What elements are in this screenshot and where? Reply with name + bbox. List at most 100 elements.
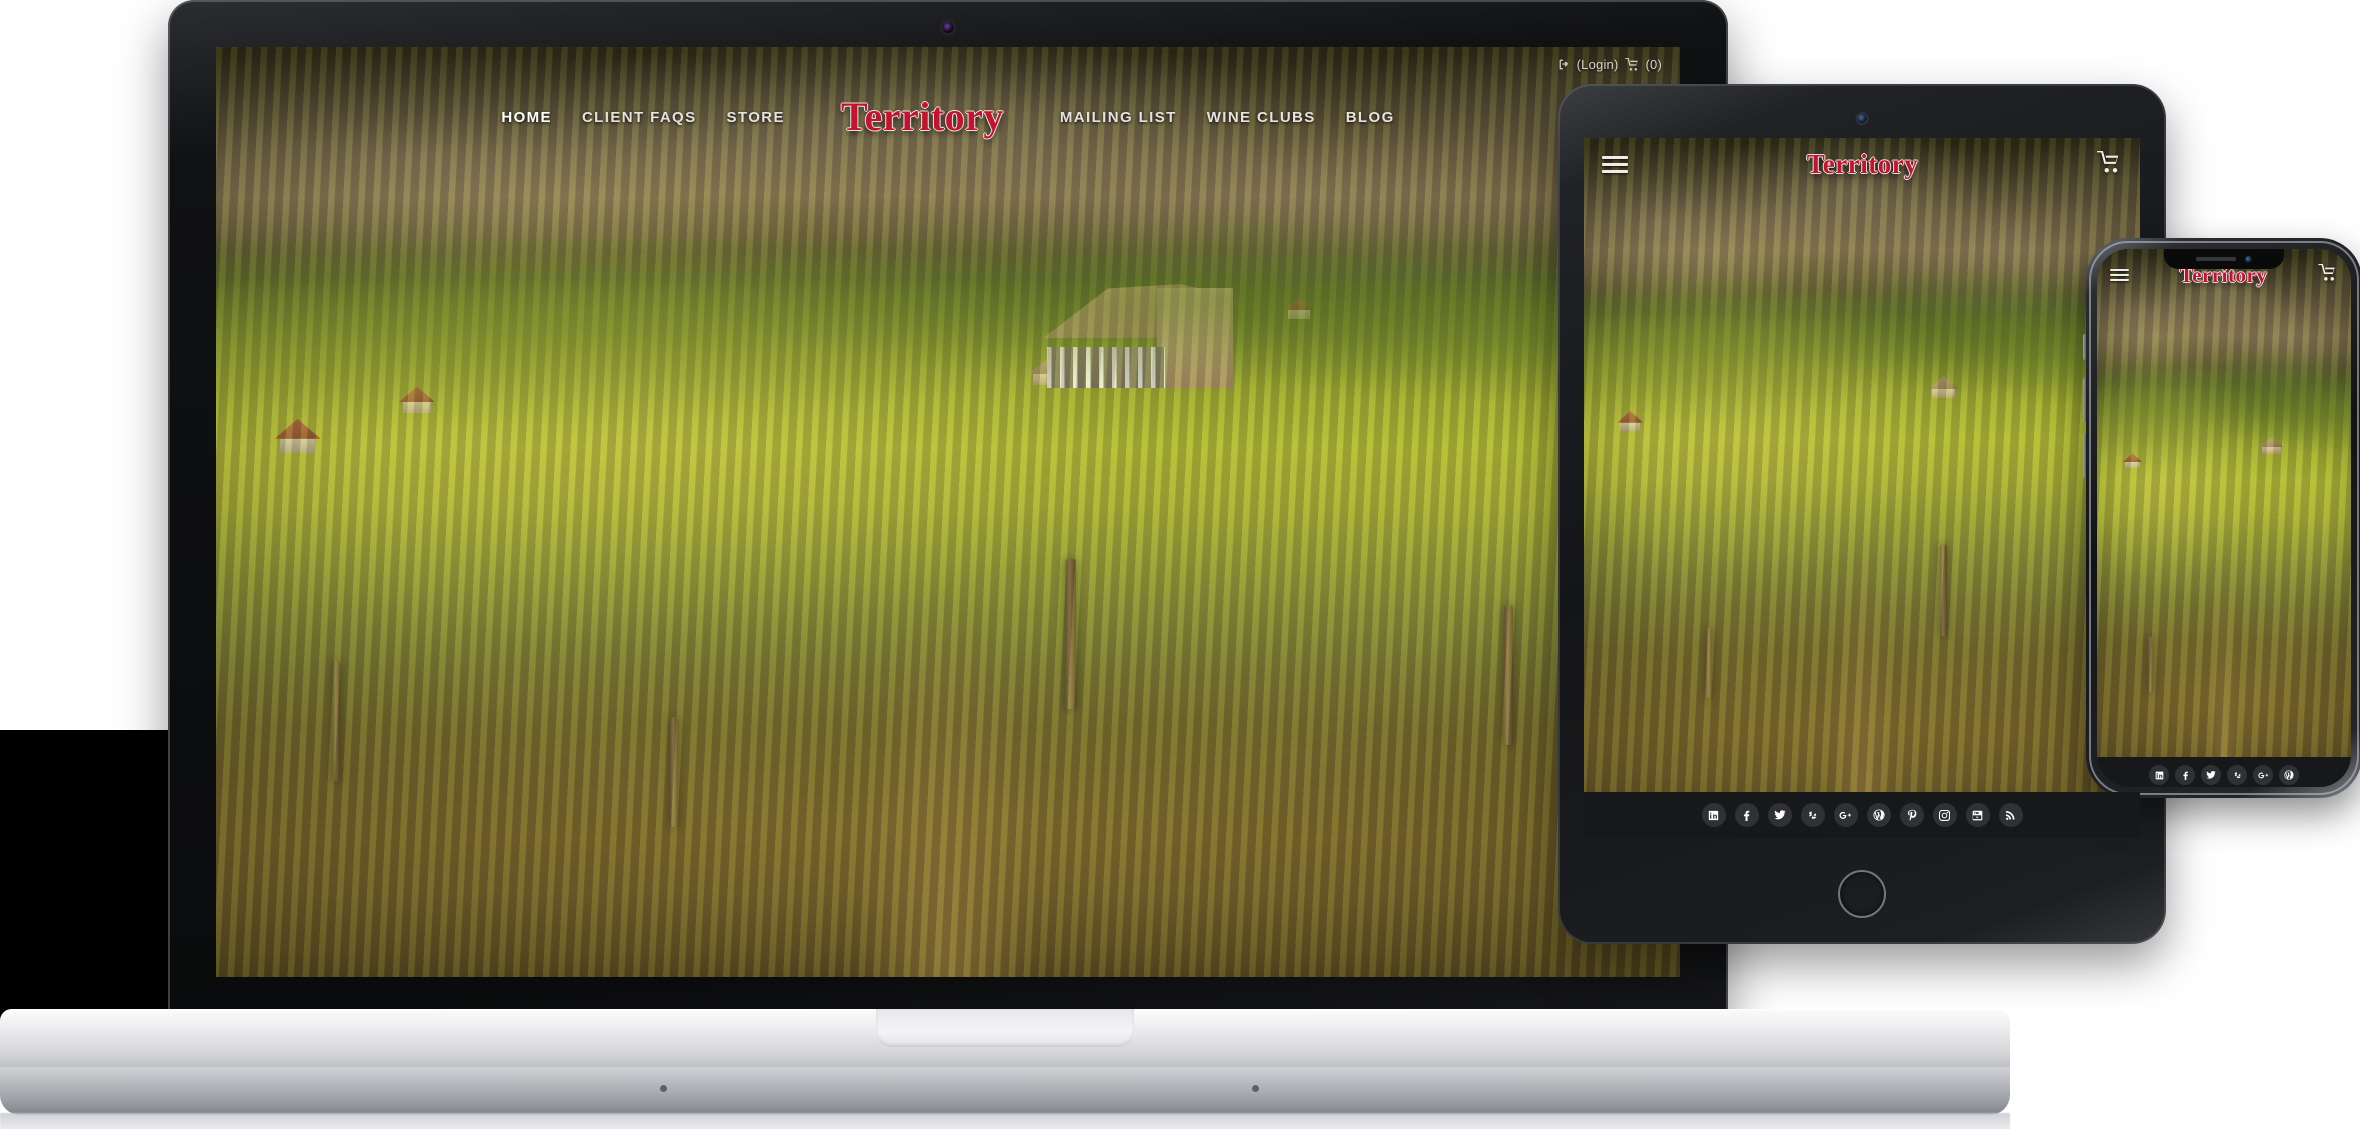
yelp-icon[interactable] <box>2227 765 2247 785</box>
house-wall <box>1620 422 1641 431</box>
google-plus-icon[interactable] <box>1833 803 1858 827</box>
vineyard-post <box>669 716 678 827</box>
laptop-base-notch <box>876 1009 1134 1047</box>
linkedin-icon[interactable] <box>1701 803 1726 827</box>
google-plus-icon[interactable] <box>2253 765 2273 785</box>
phone-volume-up-button[interactable] <box>2083 378 2086 422</box>
laptop-foot <box>1252 1085 1259 1092</box>
site-logo[interactable]: Territory <box>841 97 1004 137</box>
tablet-camera-icon <box>1857 114 1867 123</box>
facebook-icon[interactable] <box>1734 803 1759 827</box>
tablet-device: Territory <box>1558 84 2166 944</box>
laptop-shadow-plate <box>0 730 178 1022</box>
sign-in-icon[interactable] <box>1558 58 1571 71</box>
hillside-house <box>2122 453 2143 469</box>
cart-count[interactable]: (0) <box>1646 57 1663 72</box>
wordpress-icon[interactable] <box>1866 803 1891 827</box>
laptop-base-top <box>0 1009 2010 1071</box>
nav-item-mailing-list[interactable]: MAILING LIST <box>1060 109 1177 126</box>
twitter-icon[interactable] <box>2201 765 2221 785</box>
device-mockup-stage: (Login) (0) HOME CLIENT FAQS STORE Terri… <box>0 0 2360 1129</box>
barn-wall <box>2262 447 2281 455</box>
pinterest-icon[interactable] <box>1899 803 1924 827</box>
hamburger-menu-icon[interactable] <box>2110 269 2129 281</box>
house-wall <box>279 438 316 453</box>
hillside-house <box>1617 411 1644 431</box>
facebook-icon[interactable] <box>2175 765 2195 785</box>
laptop-base <box>0 1009 2010 1129</box>
phone-speaker-icon <box>2196 257 2236 261</box>
wordpress-icon[interactable] <box>2279 765 2299 785</box>
house-roof <box>1617 411 1644 423</box>
shopping-cart-icon[interactable] <box>2097 150 2122 178</box>
yelp-icon[interactable] <box>1800 803 1825 827</box>
vineyard-post <box>1065 558 1077 709</box>
tablet-screen: Territory <box>1584 138 2140 838</box>
phone-mute-switch[interactable] <box>2083 334 2086 360</box>
nav-item-wine-clubs[interactable]: WINE CLUBS <box>1207 109 1316 126</box>
laptop-device: (Login) (0) HOME CLIENT FAQS STORE Terri… <box>168 0 1728 1044</box>
laptop-camera-icon <box>942 22 954 33</box>
laptop-foot <box>660 1085 667 1092</box>
nav-item-store[interactable]: STORE <box>727 109 785 126</box>
tablet-header-bar: Territory <box>1584 138 2140 190</box>
winery-colonnade <box>1046 346 1165 389</box>
house-wall <box>2124 462 2141 469</box>
hero-vineyard-image <box>1584 138 2140 838</box>
house-roof <box>399 386 435 403</box>
desktop-site-viewport: (Login) (0) HOME CLIENT FAQS STORE Terri… <box>216 47 1680 977</box>
linkedin-icon[interactable] <box>2149 765 2169 785</box>
winery-roof <box>1043 284 1234 339</box>
hillside-house <box>399 386 435 414</box>
site-logo[interactable]: Territory <box>1807 150 1918 178</box>
tablet-social-bar <box>1584 792 2140 838</box>
barn-roof <box>1928 376 1959 389</box>
vineyard-post <box>1939 544 1947 636</box>
house-wall <box>402 402 432 414</box>
tablet-home-button[interactable] <box>1838 870 1886 918</box>
hero-vineyard-image <box>2097 249 2351 787</box>
phone-notch <box>2164 249 2284 269</box>
house-roof <box>2122 453 2143 463</box>
barn-roof <box>1028 358 1069 374</box>
winery-columns <box>1046 346 1165 389</box>
instagram-icon[interactable] <box>1932 803 1957 827</box>
hamburger-menu-icon[interactable] <box>1602 155 1628 173</box>
vineyard-post <box>1706 628 1713 698</box>
barn-roof <box>2259 437 2284 448</box>
phone-front-camera-icon <box>2245 255 2252 263</box>
house-roof <box>274 419 321 439</box>
twitter-icon[interactable] <box>1767 803 1792 827</box>
phone-social-bar <box>2097 757 2351 787</box>
hero-vineyard-image <box>216 47 1680 977</box>
hillside-barn <box>2259 437 2284 455</box>
vineyard-post <box>2147 636 2153 693</box>
login-link[interactable]: (Login) <box>1577 57 1619 72</box>
winery-building <box>1043 284 1234 389</box>
nav-item-client-faqs[interactable]: CLIENT FAQS <box>582 109 697 126</box>
rss-icon[interactable] <box>1998 803 2023 827</box>
house-roof <box>1284 298 1313 311</box>
laptop-base-reflection <box>0 1113 2010 1129</box>
hillside-barn <box>1028 358 1069 385</box>
winery-gable <box>1157 288 1234 389</box>
nav-item-blog[interactable]: BLOG <box>1346 109 1395 126</box>
vineyard-post <box>1504 605 1514 745</box>
house-wall <box>1287 310 1310 320</box>
barn-wall <box>1032 373 1065 385</box>
tablet-site-viewport: Territory <box>1584 138 2140 838</box>
phone-site-viewport: Territory <box>2097 249 2351 787</box>
hillside-house <box>274 419 321 453</box>
phone-volume-down-button[interactable] <box>2083 434 2086 478</box>
shopping-cart-icon[interactable] <box>1624 58 1640 71</box>
vineyard-post <box>333 660 341 781</box>
shopping-cart-icon[interactable] <box>2318 264 2338 286</box>
laptop-screen: (Login) (0) HOME CLIENT FAQS STORE Terri… <box>216 47 1680 977</box>
hillside-barn <box>1928 376 1959 398</box>
phone-device: Territory <box>2083 238 2360 798</box>
youtube-icon[interactable] <box>1965 803 1990 827</box>
laptop-base-front <box>0 1067 2010 1115</box>
barn-wall <box>1932 388 1956 398</box>
phone-screen: Territory <box>2097 249 2351 787</box>
nav-item-home[interactable]: HOME <box>501 109 552 126</box>
